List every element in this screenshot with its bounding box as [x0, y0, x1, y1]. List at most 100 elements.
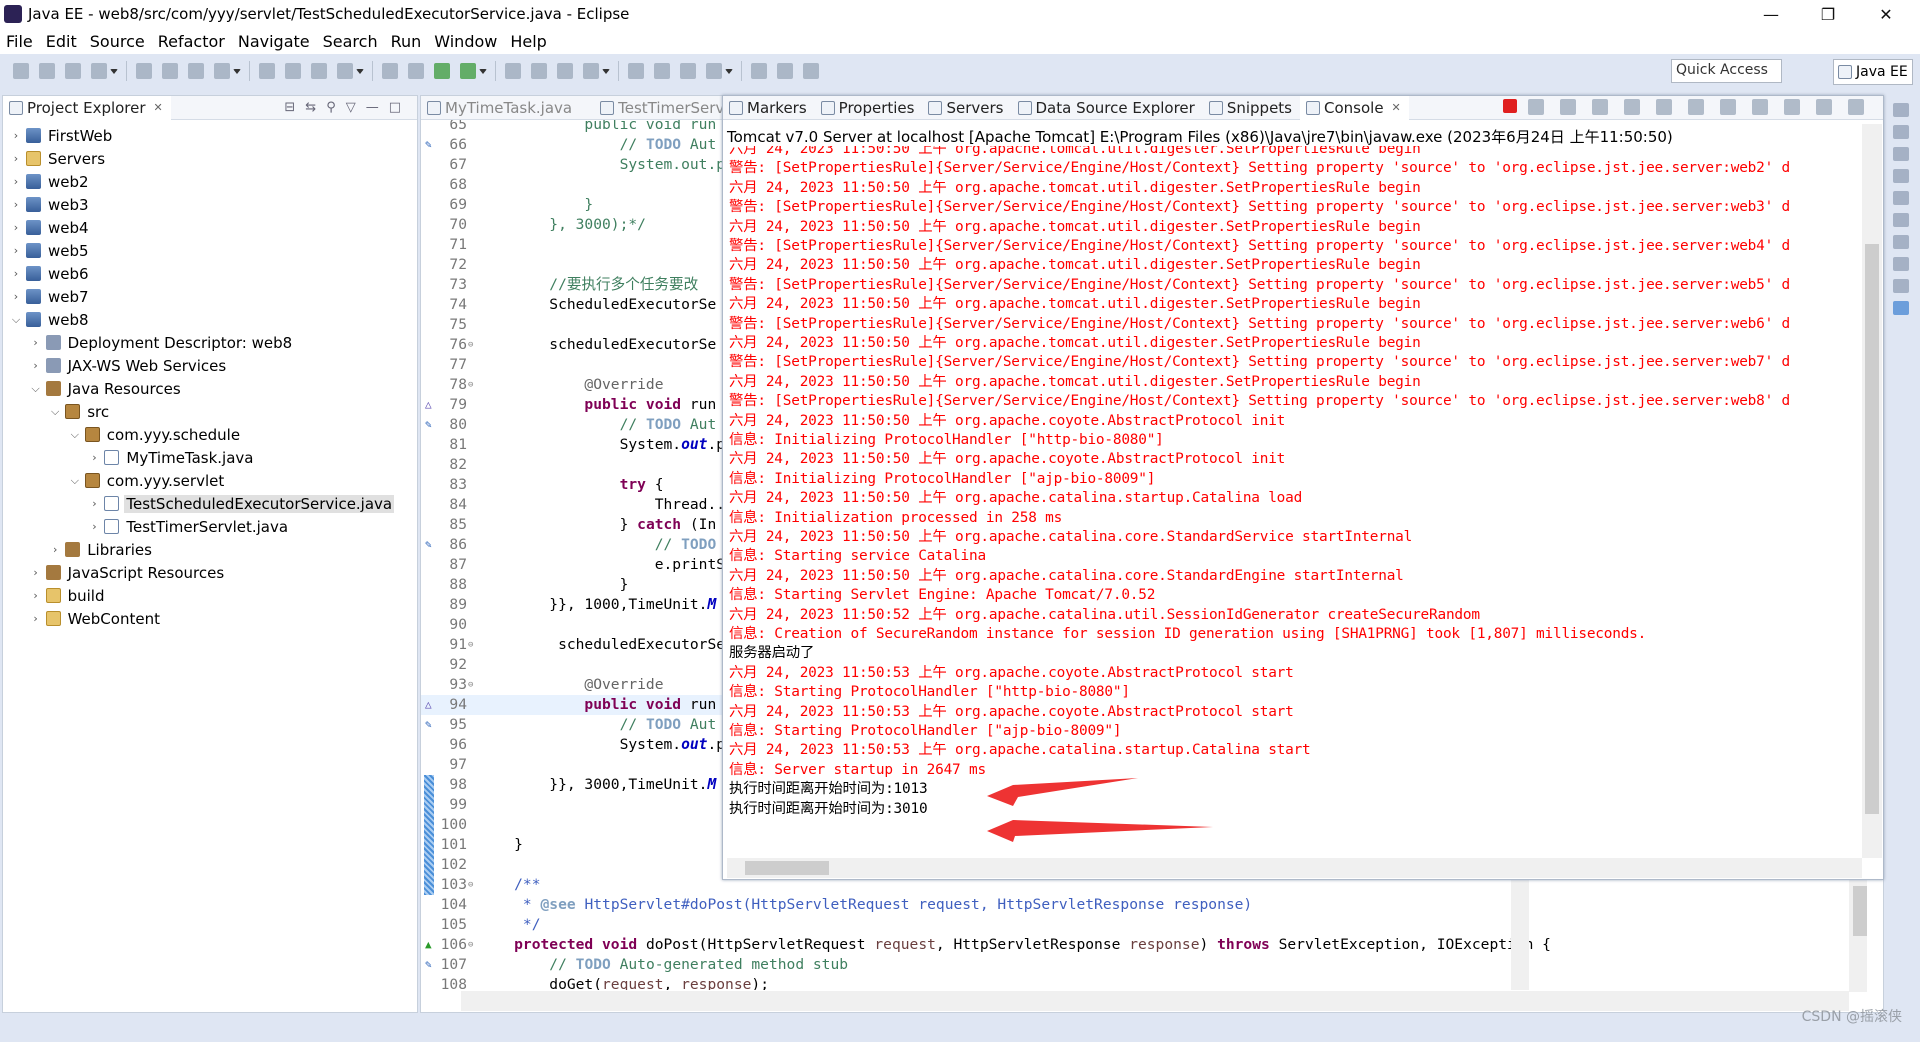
chevron-right-icon[interactable]: › [29, 359, 43, 372]
chevron-right-icon[interactable]: › [9, 175, 23, 188]
tab-data-source-explorer[interactable]: Data Source Explorer [1012, 96, 1203, 120]
menu-file[interactable]: File [6, 32, 33, 51]
task-list-icon[interactable] [1893, 147, 1909, 161]
chevron-down-icon[interactable]: ⌵ [68, 474, 82, 488]
chevron-right-icon[interactable]: › [29, 612, 43, 625]
chevron-right-icon[interactable]: › [87, 497, 101, 510]
terminate-icon[interactable] [259, 63, 275, 79]
restore-icon[interactable] [1893, 169, 1909, 183]
tree-item[interactable]: › web6 [3, 262, 91, 285]
prev-annotation-icon[interactable] [751, 63, 767, 79]
save-all-icon[interactable] [65, 63, 81, 79]
tree-item[interactable]: › TestScheduledExecutorService.java [3, 492, 395, 515]
remove-all-icon[interactable] [1560, 99, 1576, 115]
tree-item[interactable]: › Libraries [3, 538, 154, 561]
tree-item[interactable]: › Servers [3, 147, 107, 170]
new-java-project-icon[interactable] [557, 63, 573, 79]
console-hscroll-thumb[interactable] [745, 861, 829, 875]
tab-snippets[interactable]: Snippets [1203, 96, 1300, 120]
tree-item[interactable]: › JavaScript Resources [3, 561, 226, 584]
debug-icon[interactable] [434, 63, 450, 79]
new-icon[interactable] [13, 63, 29, 79]
scroll-lock-icon[interactable] [1624, 99, 1640, 115]
tree-item[interactable]: ⌵ src [3, 400, 111, 423]
dropdown-arrow-icon[interactable] [356, 68, 364, 74]
remove-launch-icon[interactable] [1528, 99, 1544, 115]
run-icon[interactable] [460, 63, 476, 79]
restore-icon[interactable] [1893, 103, 1909, 117]
tree-item[interactable]: ⌵ com.yyy.schedule [3, 423, 242, 446]
menu-edit[interactable]: Edit [46, 32, 77, 51]
tab-mytimetask-java[interactable]: MyTimeTask.java [421, 96, 580, 120]
console-output[interactable]: 六月 24, 2023 11:50:50 上午 org.apache.tomca… [729, 146, 1859, 858]
fold-toggle-icon[interactable]: ⊖ [468, 375, 473, 395]
menu-help[interactable]: Help [510, 32, 546, 51]
tree-item[interactable]: ⌵ com.yyy.servlet [3, 469, 226, 492]
tree-item[interactable]: › web7 [3, 285, 91, 308]
save-icon[interactable] [39, 63, 55, 79]
close-button[interactable]: ✕ [1858, 0, 1914, 28]
tree-item[interactable]: › build [3, 584, 106, 607]
fold-toggle-icon[interactable]: ⊖ [468, 635, 473, 655]
menu-run[interactable]: Run [391, 32, 422, 51]
use-step-filters-icon[interactable] [408, 63, 424, 79]
tree-item[interactable]: › WebContent [3, 607, 162, 630]
tree-item[interactable]: ⌵ Java Resources [3, 377, 183, 400]
step-into-icon[interactable] [311, 63, 327, 79]
terminate-icon[interactable] [1503, 99, 1517, 113]
snippets-icon[interactable] [1893, 279, 1909, 293]
show-stdout-icon[interactable] [1688, 99, 1704, 115]
tree-item[interactable]: › FirstWeb [3, 124, 114, 147]
dropdown-arrow-icon[interactable] [479, 68, 487, 74]
menu-navigate[interactable]: Navigate [238, 32, 310, 51]
chevron-right-icon[interactable]: › [87, 520, 101, 533]
tree-item[interactable]: › web4 [3, 216, 91, 239]
dropdown-arrow-icon[interactable] [233, 68, 241, 74]
new-package-icon[interactable] [583, 63, 599, 79]
toggle-breakpoint-icon[interactable] [136, 63, 152, 79]
chevron-right-icon[interactable]: › [9, 198, 23, 211]
step-return-icon[interactable] [382, 63, 398, 79]
fold-toggle-icon[interactable]: ⊖ [468, 335, 473, 355]
chevron-right-icon[interactable]: › [9, 267, 23, 280]
tree-item[interactable]: › JAX-WS Web Services [3, 354, 228, 377]
disconnect-icon[interactable] [285, 63, 301, 79]
console-horizontal-scrollbar[interactable] [727, 858, 1862, 878]
chevron-right-icon[interactable]: › [29, 566, 43, 579]
external-tools-icon[interactable] [505, 63, 521, 79]
menu-refactor[interactable]: Refactor [158, 32, 225, 51]
pin-console-icon[interactable] [1752, 99, 1768, 115]
show-stderr-icon[interactable] [1720, 99, 1736, 115]
tree-item[interactable]: › MyTimeTask.java [3, 446, 256, 469]
chevron-right-icon[interactable]: › [9, 244, 23, 257]
word-wrap-icon[interactable] [1656, 99, 1672, 115]
menu-source[interactable]: Source [90, 32, 145, 51]
minimize-view-icon[interactable] [1848, 99, 1864, 115]
next-annotation-icon[interactable] [706, 63, 722, 79]
console-vertical-scrollbar[interactable] [1862, 124, 1882, 858]
perspective-java-ee-button[interactable]: Java EE [1833, 59, 1913, 85]
chevron-right-icon[interactable]: › [9, 152, 23, 165]
close-tab-icon[interactable]: ✕ [154, 101, 163, 114]
outline-icon[interactable] [1893, 125, 1909, 139]
forward-icon[interactable] [803, 63, 819, 79]
editor-scroll-thumb[interactable] [1853, 886, 1867, 936]
chevron-right-icon[interactable]: › [9, 290, 23, 303]
tree-item[interactable]: › web5 [3, 239, 91, 262]
tab-testtimerservlet-java[interactable]: TestTimerServ [594, 96, 732, 120]
fold-toggle-icon[interactable]: ⊖ [468, 935, 473, 955]
tab-servers[interactable]: Servers [922, 96, 1011, 120]
chevron-right-icon[interactable]: › [87, 451, 101, 464]
fold-toggle-icon[interactable]: ⊖ [468, 875, 473, 895]
quick-access-input[interactable]: Quick Access [1671, 59, 1782, 83]
view-toolbar-icons[interactable]: ⊟⇆⚲▽—□ [284, 100, 417, 115]
tab-properties[interactable]: Properties [815, 96, 923, 120]
chevron-down-icon[interactable]: ⌵ [29, 382, 43, 396]
editor-horizontal-scrollbar[interactable] [461, 991, 1849, 1011]
minimize-button[interactable]: — [1743, 0, 1799, 28]
tab-console[interactable]: Console ✕ [1300, 95, 1409, 120]
skip-breakpoints-icon[interactable] [162, 63, 178, 79]
new-class-icon[interactable] [628, 63, 644, 79]
tree-item[interactable]: › web2 [3, 170, 91, 193]
print-icon[interactable] [91, 63, 107, 79]
